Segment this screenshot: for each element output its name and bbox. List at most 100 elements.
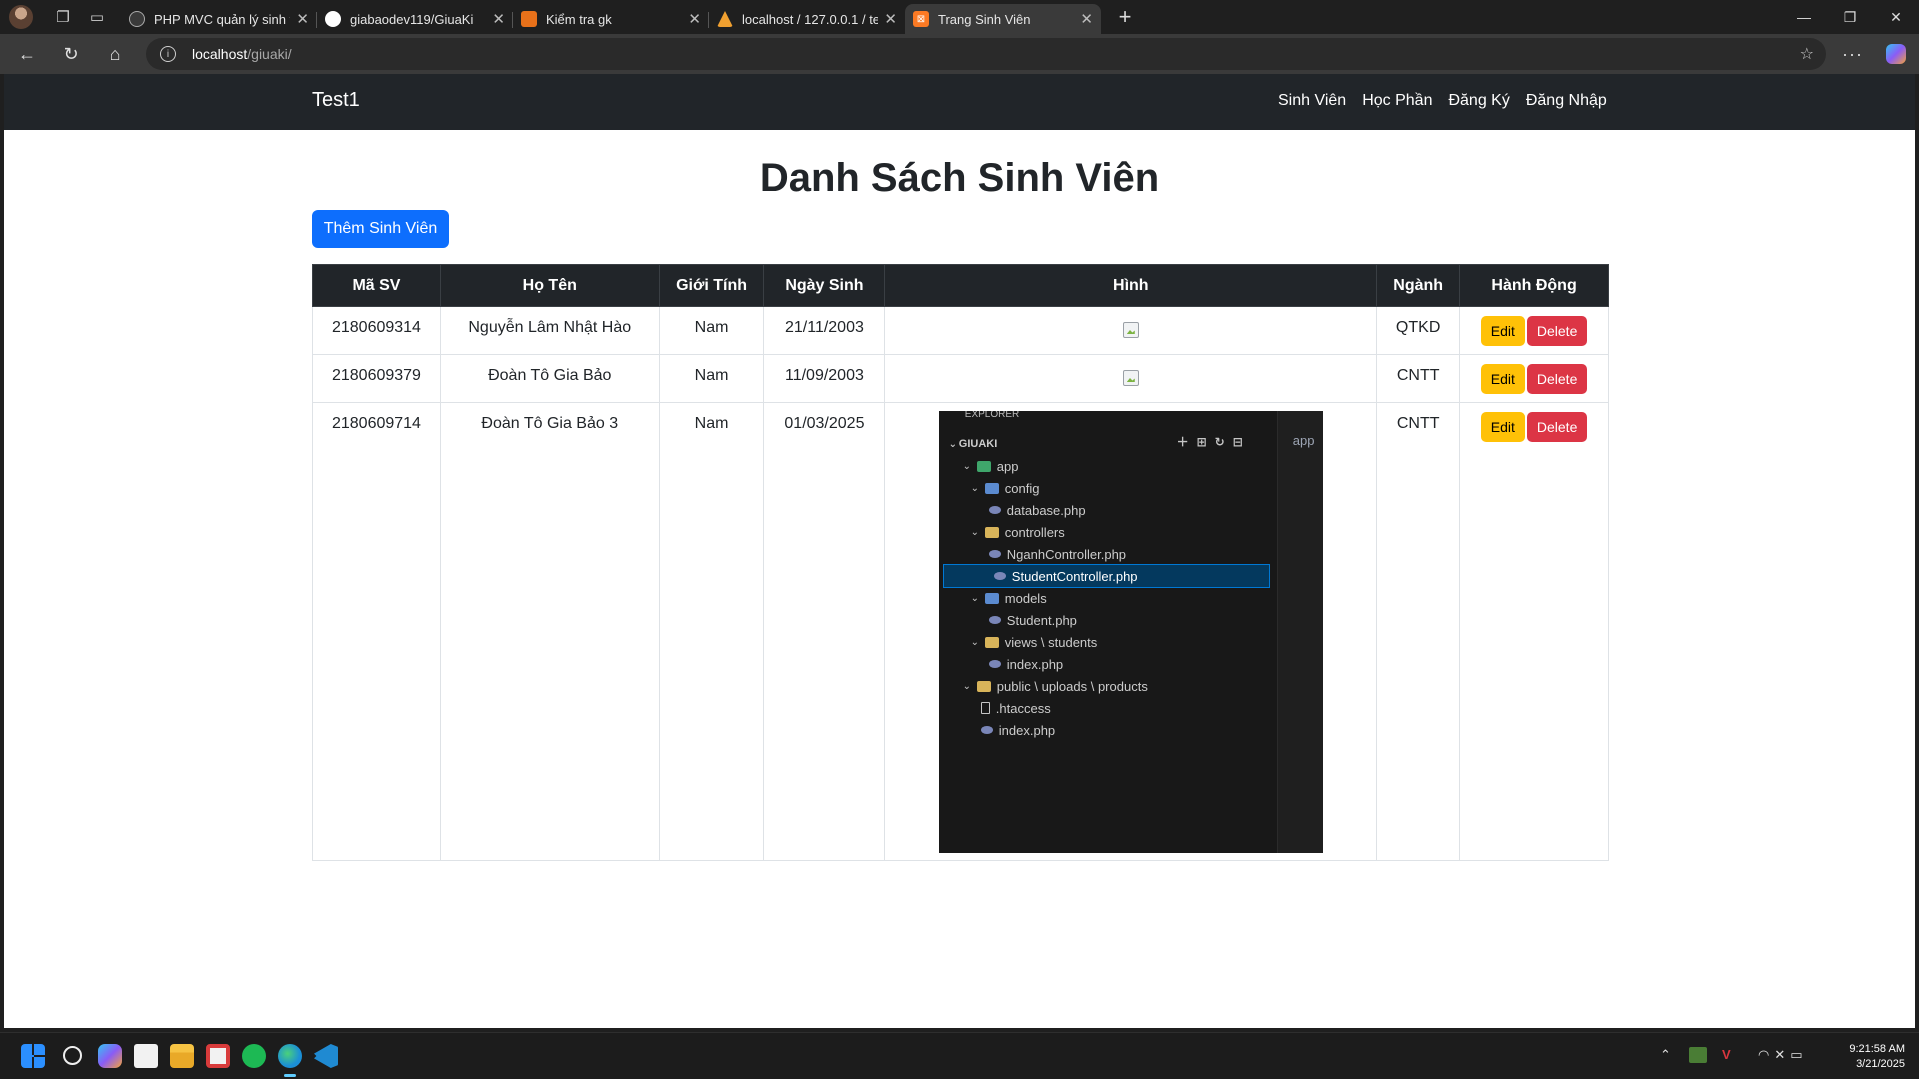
tab-actions-icon[interactable]: ▭ xyxy=(83,3,111,31)
more-options-icon[interactable]: ··· xyxy=(1842,44,1863,65)
explorer-item-label: config xyxy=(1004,480,1040,496)
restore-icon[interactable]: ❐ xyxy=(1827,0,1873,34)
explorer-item: .htaccess xyxy=(939,697,1269,719)
nav-link-dang-ky[interactable]: Đăng Ký xyxy=(1448,92,1509,110)
add-student-button[interactable]: Thêm Sinh Viên xyxy=(312,210,449,248)
close-icon[interactable]: ✕ xyxy=(492,10,505,28)
vscode-icon[interactable] xyxy=(314,1044,338,1068)
tab-label: Kiểm tra gk xyxy=(546,11,612,27)
github-icon xyxy=(325,11,341,27)
explorer-item-label: views \ students xyxy=(1004,634,1098,650)
search-icon[interactable] xyxy=(63,1046,82,1065)
browser-tab[interactable]: PHP MVC quản lý sinh viên ✕ xyxy=(121,4,317,34)
close-icon[interactable]: ✕ xyxy=(296,10,309,28)
edge-icon[interactable] xyxy=(278,1044,302,1077)
back-icon[interactable]: ← xyxy=(5,34,49,74)
chevron-down-icon: ⌄ xyxy=(962,680,971,692)
cell-actions: Edit Delete xyxy=(1459,306,1609,355)
cell-actions: Edit Delete xyxy=(1459,354,1609,403)
copilot-icon[interactable] xyxy=(98,1044,122,1068)
nav-links: Sinh Viên Học Phần Đăng Ký Đăng Nhập xyxy=(1278,92,1607,110)
address-bar-row: ← ↻ ⌂ i localhost/giuaki/ ☆ xyxy=(0,34,1919,74)
navbar-brand[interactable]: Test1 xyxy=(312,89,360,112)
table-row: 2180609314 Nguyễn Lâm Nhật Hào Nam 21/11… xyxy=(312,306,1609,355)
folder-icon xyxy=(976,680,991,692)
delete-button[interactable]: Delete xyxy=(1526,364,1588,394)
browser-tab[interactable]: localhost / 127.0.0.1 / test1 / sinh ✕ xyxy=(709,4,905,34)
chevron-down-icon: ⌄ xyxy=(970,482,979,494)
explorer-item-label: NganhController.php xyxy=(1006,546,1127,562)
broken-image-icon xyxy=(1122,370,1139,386)
cell-gioi-tinh: Nam xyxy=(658,306,765,355)
store-icon[interactable] xyxy=(134,1044,158,1068)
app-tray-icon[interactable] xyxy=(1689,1047,1707,1063)
windows-start-icon[interactable] xyxy=(21,1044,45,1068)
folder-icon xyxy=(984,482,999,494)
cell-ngay-sinh: 21/11/2003 xyxy=(763,306,886,355)
form-icon xyxy=(521,11,537,27)
close-icon[interactable]: ✕ xyxy=(1080,10,1093,28)
php-file-icon xyxy=(993,572,1006,580)
delete-button[interactable]: Delete xyxy=(1526,412,1588,442)
explorer-item: Student.php xyxy=(939,609,1269,631)
browser-tab[interactable]: giabaodev119/GiuaKi ✕ xyxy=(317,4,513,34)
cell-ho-ten: Đoàn Tô Gia Bảo 3 xyxy=(439,402,660,861)
nav-link-dang-nhap[interactable]: Đăng Nhập xyxy=(1526,92,1607,110)
students-table: Mã SV Họ Tên Giới Tính Ngày Sinh Hình Ng… xyxy=(312,264,1609,861)
file-explorer-icon[interactable] xyxy=(170,1044,194,1068)
spotify-icon[interactable] xyxy=(242,1044,266,1068)
folder-icon xyxy=(984,636,999,648)
tab-label: localhost / 127.0.0.1 / test1 / sinh xyxy=(742,11,879,27)
home-icon[interactable]: ⌂ xyxy=(93,34,137,74)
cell-ma-sv: 2180609379 xyxy=(312,354,441,403)
explorer-item: ⌄ app xyxy=(939,455,1269,477)
nav-link-hoc-phan[interactable]: Học Phần xyxy=(1362,92,1432,110)
chevron-down-icon: ⌄ xyxy=(962,460,971,472)
php-file-icon xyxy=(980,726,993,734)
cell-gioi-tinh: Nam xyxy=(658,354,765,403)
new-tab-icon[interactable]: + xyxy=(1109,4,1141,30)
browser-tab[interactable]: Kiểm tra gk ✕ xyxy=(513,4,709,34)
windows-taskbar: ⌃ V ◠✕▭ 9:21:58 AM 3/21/2025 xyxy=(0,1032,1919,1079)
minimize-icon[interactable]: — xyxy=(1781,0,1827,34)
explorer-item-label: index.php xyxy=(1006,656,1064,672)
vivaldi-tray-icon[interactable]: V xyxy=(1722,1047,1731,1062)
network-volume-battery-icons[interactable]: ◠✕▭ xyxy=(1758,1047,1808,1063)
close-icon[interactable]: ✕ xyxy=(884,10,897,28)
explorer-item: ⌄ config xyxy=(939,477,1269,499)
close-window-icon[interactable]: ✕ xyxy=(1873,0,1919,34)
snipping-tool-icon[interactable] xyxy=(206,1044,230,1068)
close-icon[interactable]: ✕ xyxy=(688,10,701,28)
clock-time: 9:21:58 AM xyxy=(1849,1043,1905,1055)
explorer-item-label: models xyxy=(1004,590,1047,606)
refresh-icon[interactable]: ↻ xyxy=(49,34,93,74)
explorer-item: ⌄ public \ uploads \ products xyxy=(939,675,1269,697)
show-hidden-icons[interactable]: ⌃ xyxy=(1660,1047,1671,1063)
edit-button[interactable]: Edit xyxy=(1480,364,1525,394)
profile-avatar[interactable] xyxy=(9,5,33,29)
column-header: Hành Động xyxy=(1459,264,1609,307)
php-file-icon xyxy=(988,616,1001,624)
table-row: 2180609714 Đoàn Tô Gia Bảo 3 Nam 01/03/2… xyxy=(312,402,1609,861)
edit-button[interactable]: Edit xyxy=(1480,316,1525,346)
system-clock[interactable]: 9:21:58 AM 3/21/2025 xyxy=(1849,1042,1905,1072)
cell-ho-ten: Đoàn Tô Gia Bảo xyxy=(439,354,660,403)
browser-tab-active[interactable]: ⊠ Trang Sinh Viên ✕ xyxy=(905,4,1101,34)
cell-nganh: CNTT xyxy=(1376,354,1461,403)
site-info-icon[interactable]: i xyxy=(160,46,176,62)
workspaces-icon[interactable]: ❐ xyxy=(49,3,77,31)
page-title: Danh Sách Sinh Viên xyxy=(759,156,1160,200)
delete-button[interactable]: Delete xyxy=(1526,316,1588,346)
page-viewport: Test1 Sinh Viên Học Phần Đăng Ký Đăng Nh… xyxy=(4,74,1915,1028)
explorer-toolbar-icons: ＋⊞↻⊟ xyxy=(1176,435,1251,449)
copilot-icon[interactable] xyxy=(1886,44,1906,64)
url-field[interactable]: i localhost/giuaki/ ☆ xyxy=(146,38,1826,70)
cell-actions: Edit Delete xyxy=(1459,402,1609,861)
edit-button[interactable]: Edit xyxy=(1480,412,1525,442)
cell-ngay-sinh: 11/09/2003 xyxy=(763,354,886,403)
explorer-root-label: GIUAKI xyxy=(958,438,998,450)
favorite-star-icon[interactable]: ☆ xyxy=(1800,44,1814,64)
nav-link-sinh-vien[interactable]: Sinh Viên xyxy=(1278,92,1346,110)
editor-breadcrumb: app xyxy=(1292,433,1315,448)
cell-ngay-sinh: 01/03/2025 xyxy=(763,402,886,861)
